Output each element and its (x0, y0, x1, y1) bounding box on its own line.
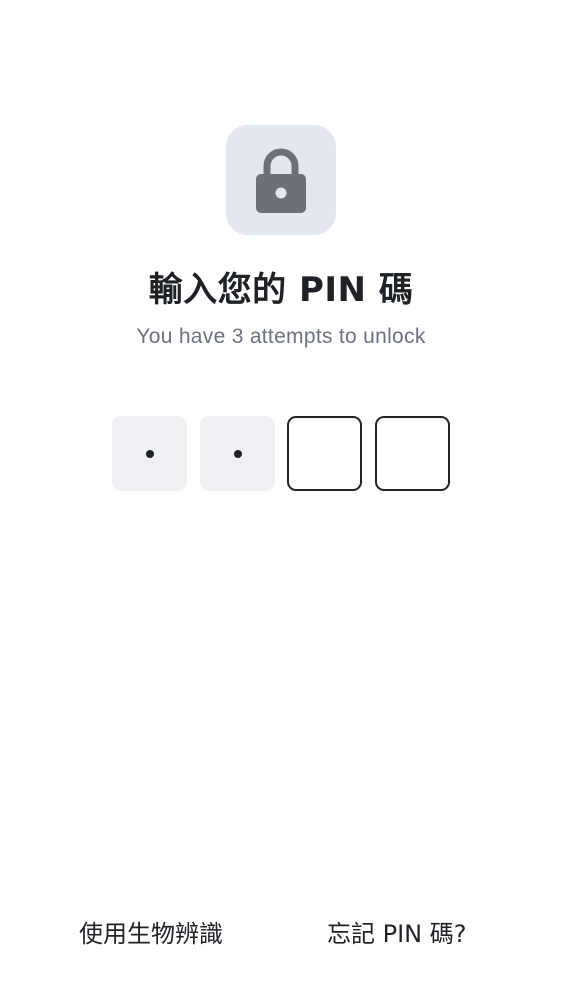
pin-digit-1[interactable] (112, 416, 187, 491)
page-title: 輸入您的 PIN 碼 (148, 270, 414, 310)
attempts-remaining-text: You have 3 attempts to unlock (136, 325, 426, 348)
pin-digit-2[interactable] (200, 416, 275, 491)
pin-dot (145, 449, 154, 458)
use-biometrics-button[interactable]: 使用生物辨識 (79, 914, 223, 949)
pin-dot (233, 449, 242, 458)
forgot-pin-button[interactable]: 忘記 PIN 碼? (327, 914, 467, 949)
pin-digit-4[interactable] (375, 416, 450, 491)
pin-digit-3[interactable] (287, 416, 362, 491)
lock-icon-tile (226, 125, 336, 235)
pin-input[interactable] (112, 416, 450, 491)
lock-icon (256, 148, 306, 213)
